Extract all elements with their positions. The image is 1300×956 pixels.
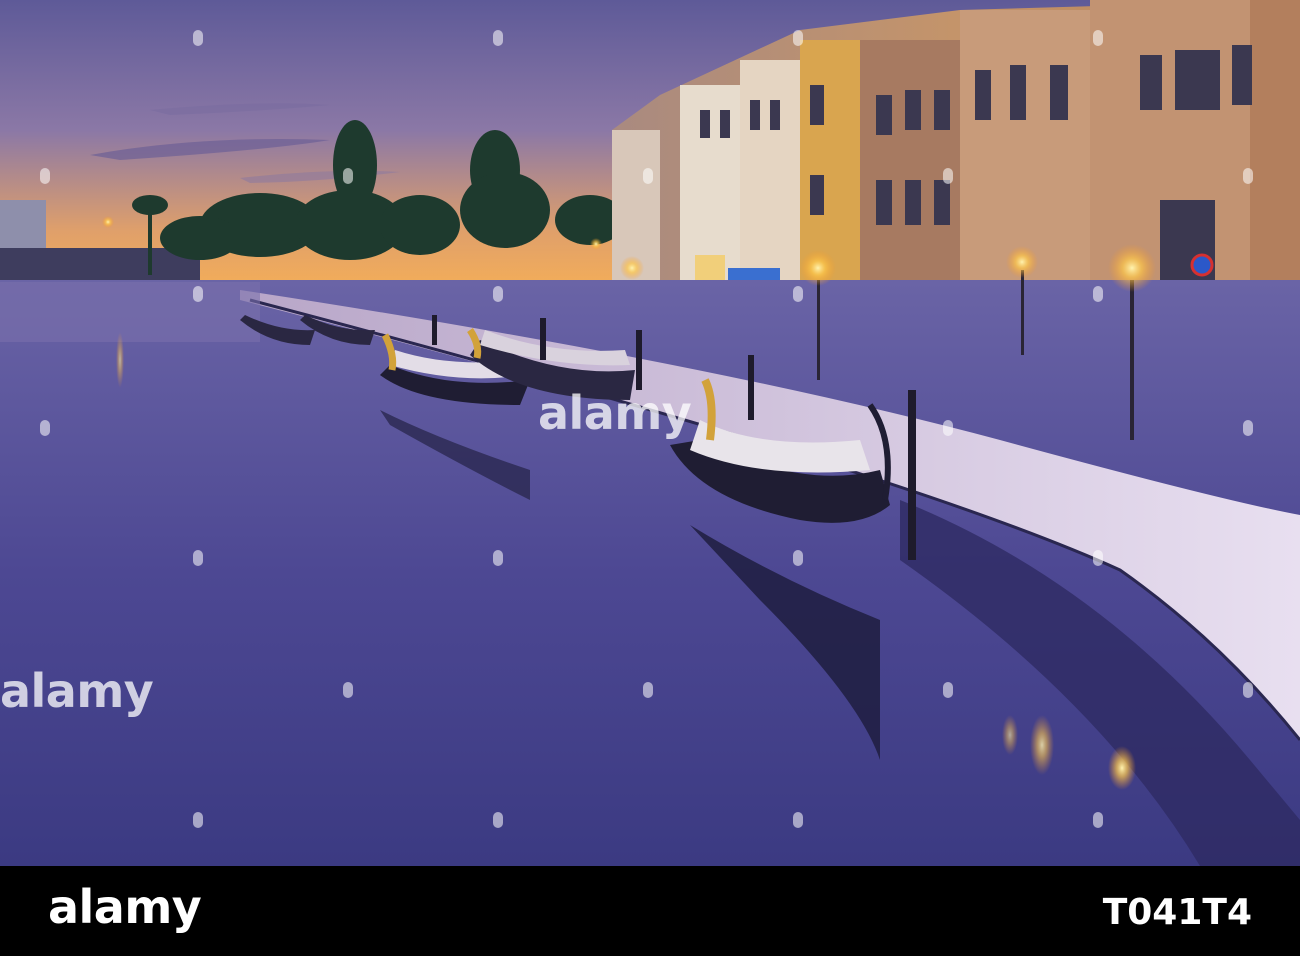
- watermark-dot: [493, 550, 503, 566]
- watermark-dot: [40, 420, 50, 436]
- watermark-dot: [1093, 550, 1103, 566]
- watermark-dot: [40, 168, 50, 184]
- watermark-dot: [493, 812, 503, 828]
- sky-reflection: [0, 282, 260, 342]
- watermark-dot: [1093, 30, 1103, 46]
- watermark-dot: [193, 286, 203, 302]
- watermark-dot: [943, 682, 953, 698]
- watermark-dot: [493, 286, 503, 302]
- watermark-dot: [1093, 812, 1103, 828]
- watermark-dot: [343, 168, 353, 184]
- watermark-dot: [643, 682, 653, 698]
- distant-building: [0, 200, 46, 250]
- image-id: T041T4: [1102, 892, 1252, 933]
- watermark-dot: [493, 30, 503, 46]
- far-shore: [0, 248, 200, 282]
- watermark-dot: [943, 168, 953, 184]
- watermark-dot: [193, 550, 203, 566]
- watermark-dot: [643, 168, 653, 184]
- watermark-dot: [193, 812, 203, 828]
- watermark-dot: [943, 420, 953, 436]
- watermark-dot: [1093, 286, 1103, 302]
- direction-sign: [728, 268, 780, 280]
- watermark-dot: [793, 286, 803, 302]
- watermark-dot: [193, 30, 203, 46]
- watermark-dot: [1243, 682, 1253, 698]
- photograph: alamy alamy: [0, 0, 1300, 866]
- watermark-dot: [793, 550, 803, 566]
- watermark-dot: [343, 682, 353, 698]
- footer-bar: alamy T041T4: [0, 866, 1300, 956]
- watermark-dot: [793, 812, 803, 828]
- watermark-left: alamy: [0, 664, 154, 718]
- watermark-dot: [1243, 168, 1253, 184]
- no-parking-sign: [1190, 253, 1214, 277]
- watermark-dot: [1243, 420, 1253, 436]
- alamy-logo[interactable]: alamy: [48, 880, 202, 934]
- watermark-center: alamy: [538, 386, 692, 440]
- watermark-dot: [793, 30, 803, 46]
